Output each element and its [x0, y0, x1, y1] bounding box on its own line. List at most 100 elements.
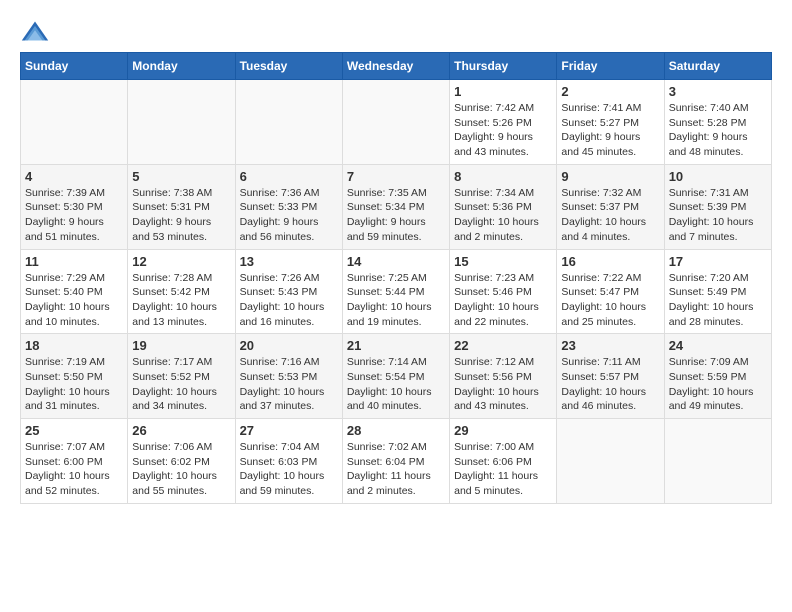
day-number: 9 — [561, 169, 659, 184]
day-number: 15 — [454, 254, 552, 269]
day-number: 27 — [240, 423, 338, 438]
day-info: Sunrise: 7:14 AM Sunset: 5:54 PM Dayligh… — [347, 355, 445, 414]
day-info: Sunrise: 7:34 AM Sunset: 5:36 PM Dayligh… — [454, 186, 552, 245]
day-info: Sunrise: 7:19 AM Sunset: 5:50 PM Dayligh… — [25, 355, 123, 414]
calendar-cell: 27 Sunrise: 7:04 AM Sunset: 6:03 PM Dayli… — [235, 419, 342, 504]
day-info: Sunrise: 7:25 AM Sunset: 5:44 PM Dayligh… — [347, 271, 445, 330]
day-info: Sunrise: 7:32 AM Sunset: 5:37 PM Dayligh… — [561, 186, 659, 245]
day-info: Sunrise: 7:35 AM Sunset: 5:34 PM Dayligh… — [347, 186, 445, 245]
day-number: 6 — [240, 169, 338, 184]
day-number: 28 — [347, 423, 445, 438]
calendar-cell: 24Sunrise: 7:09 AM Sunset: 5:59 PM Dayli… — [664, 334, 771, 419]
day-number: 22 — [454, 338, 552, 353]
day-number: 26 — [132, 423, 230, 438]
calendar-cell: 5 Sunrise: 7:38 AM Sunset: 5:31 PM Daylig… — [128, 164, 235, 249]
day-number: 21 — [347, 338, 445, 353]
calendar-cell: 25 Sunrise: 7:07 AM Sunset: 6:00 PM Dayli… — [21, 419, 128, 504]
day-info: Sunrise: 7:04 AM Sunset: 6:03 PM Dayligh… — [240, 440, 338, 499]
day-number: 17 — [669, 254, 767, 269]
weekday-header-thursday: Thursday — [450, 53, 557, 80]
calendar-cell: 28 Sunrise: 7:02 AM Sunset: 6:04 PM Dayli… — [342, 419, 449, 504]
day-info: Sunrise: 7:42 AM Sunset: 5:26 PM Dayligh… — [454, 101, 552, 160]
day-info: Sunrise: 7:39 AM Sunset: 5:30 PM Dayligh… — [25, 186, 123, 245]
calendar-cell: 6 Sunrise: 7:36 AM Sunset: 5:33 PM Daylig… — [235, 164, 342, 249]
day-number: 16 — [561, 254, 659, 269]
day-info: Sunrise: 7:40 AM Sunset: 5:28 PM Dayligh… — [669, 101, 767, 160]
day-info: Sunrise: 7:09 AM Sunset: 5:59 PM Dayligh… — [669, 355, 767, 414]
day-number: 8 — [454, 169, 552, 184]
calendar-cell: 18 Sunrise: 7:19 AM Sunset: 5:50 PM Dayli… — [21, 334, 128, 419]
day-number: 2 — [561, 84, 659, 99]
calendar-cell: 4 Sunrise: 7:39 AM Sunset: 5:30 PM Daylig… — [21, 164, 128, 249]
day-info: Sunrise: 7:36 AM Sunset: 5:33 PM Dayligh… — [240, 186, 338, 245]
calendar-cell: 1 Sunrise: 7:42 AM Sunset: 5:26 PM Daylig… — [450, 80, 557, 165]
calendar-cell: 21 Sunrise: 7:14 AM Sunset: 5:54 PM Dayli… — [342, 334, 449, 419]
calendar-cell: 11 Sunrise: 7:29 AM Sunset: 5:40 PM Dayli… — [21, 249, 128, 334]
calendar-cell: 22Sunrise: 7:12 AM Sunset: 5:56 PM Dayli… — [450, 334, 557, 419]
day-number: 10 — [669, 169, 767, 184]
calendar-cell: 9 Sunrise: 7:32 AM Sunset: 5:37 PM Daylig… — [557, 164, 664, 249]
calendar-cell — [235, 80, 342, 165]
day-number: 4 — [25, 169, 123, 184]
day-number: 20 — [240, 338, 338, 353]
calendar-cell: 10Sunrise: 7:31 AM Sunset: 5:39 PM Dayli… — [664, 164, 771, 249]
calendar-cell: 7 Sunrise: 7:35 AM Sunset: 5:34 PM Daylig… — [342, 164, 449, 249]
weekday-header-sunday: Sunday — [21, 53, 128, 80]
day-number: 13 — [240, 254, 338, 269]
logo — [20, 20, 54, 42]
day-number: 3 — [669, 84, 767, 99]
calendar-week-row: 25 Sunrise: 7:07 AM Sunset: 6:00 PM Dayli… — [21, 419, 772, 504]
day-info: Sunrise: 7:16 AM Sunset: 5:53 PM Dayligh… — [240, 355, 338, 414]
day-info: Sunrise: 7:41 AM Sunset: 5:27 PM Dayligh… — [561, 101, 659, 160]
calendar-cell — [557, 419, 664, 504]
weekday-header-monday: Monday — [128, 53, 235, 80]
day-number: 19 — [132, 338, 230, 353]
day-number: 11 — [25, 254, 123, 269]
calendar-cell: 23 Sunrise: 7:11 AM Sunset: 5:57 PM Dayli… — [557, 334, 664, 419]
calendar-cell: 29 Sunrise: 7:00 AM Sunset: 6:06 PM Dayli… — [450, 419, 557, 504]
day-number: 29 — [454, 423, 552, 438]
day-info: Sunrise: 7:00 AM Sunset: 6:06 PM Dayligh… — [454, 440, 552, 499]
calendar-cell: 2 Sunrise: 7:41 AM Sunset: 5:27 PM Daylig… — [557, 80, 664, 165]
calendar-cell: 20 Sunrise: 7:16 AM Sunset: 5:53 PM Dayli… — [235, 334, 342, 419]
day-info: Sunrise: 7:17 AM Sunset: 5:52 PM Dayligh… — [132, 355, 230, 414]
calendar-table: SundayMondayTuesdayWednesdayThursdayFrid… — [20, 52, 772, 504]
calendar-cell: 8 Sunrise: 7:34 AM Sunset: 5:36 PM Daylig… — [450, 164, 557, 249]
day-info: Sunrise: 7:26 AM Sunset: 5:43 PM Dayligh… — [240, 271, 338, 330]
calendar-cell: 15 Sunrise: 7:23 AM Sunset: 5:46 PM Dayli… — [450, 249, 557, 334]
calendar-cell — [21, 80, 128, 165]
day-info: Sunrise: 7:02 AM Sunset: 6:04 PM Dayligh… — [347, 440, 445, 499]
calendar-cell: 19 Sunrise: 7:17 AM Sunset: 5:52 PM Dayli… — [128, 334, 235, 419]
calendar-week-row: 18 Sunrise: 7:19 AM Sunset: 5:50 PM Dayli… — [21, 334, 772, 419]
day-number: 7 — [347, 169, 445, 184]
page-header — [20, 20, 772, 42]
weekday-header-tuesday: Tuesday — [235, 53, 342, 80]
calendar-cell: 3 Sunrise: 7:40 AM Sunset: 5:28 PM Daylig… — [664, 80, 771, 165]
day-number: 1 — [454, 84, 552, 99]
day-number: 18 — [25, 338, 123, 353]
day-number: 14 — [347, 254, 445, 269]
day-info: Sunrise: 7:22 AM Sunset: 5:47 PM Dayligh… — [561, 271, 659, 330]
calendar-cell: 16 Sunrise: 7:22 AM Sunset: 5:47 PM Dayli… — [557, 249, 664, 334]
day-info: Sunrise: 7:07 AM Sunset: 6:00 PM Dayligh… — [25, 440, 123, 499]
calendar-week-row: 11 Sunrise: 7:29 AM Sunset: 5:40 PM Dayli… — [21, 249, 772, 334]
day-info: Sunrise: 7:11 AM Sunset: 5:57 PM Dayligh… — [561, 355, 659, 414]
day-info: Sunrise: 7:38 AM Sunset: 5:31 PM Dayligh… — [132, 186, 230, 245]
calendar-cell: 17 Sunrise: 7:20 AM Sunset: 5:49 PM Dayli… — [664, 249, 771, 334]
calendar-cell: 14 Sunrise: 7:25 AM Sunset: 5:44 PM Dayli… — [342, 249, 449, 334]
weekday-header-wednesday: Wednesday — [342, 53, 449, 80]
day-info: Sunrise: 7:29 AM Sunset: 5:40 PM Dayligh… — [25, 271, 123, 330]
calendar-cell: 26Sunrise: 7:06 AM Sunset: 6:02 PM Dayli… — [128, 419, 235, 504]
day-number: 5 — [132, 169, 230, 184]
day-info: Sunrise: 7:28 AM Sunset: 5:42 PM Dayligh… — [132, 271, 230, 330]
calendar-week-row: 4 Sunrise: 7:39 AM Sunset: 5:30 PM Daylig… — [21, 164, 772, 249]
calendar-body: 1 Sunrise: 7:42 AM Sunset: 5:26 PM Daylig… — [21, 80, 772, 504]
day-info: Sunrise: 7:20 AM Sunset: 5:49 PM Dayligh… — [669, 271, 767, 330]
day-number: 25 — [25, 423, 123, 438]
day-number: 23 — [561, 338, 659, 353]
day-info: Sunrise: 7:23 AM Sunset: 5:46 PM Dayligh… — [454, 271, 552, 330]
logo-icon — [20, 20, 50, 42]
weekday-header-friday: Friday — [557, 53, 664, 80]
calendar-cell: 12Sunrise: 7:28 AM Sunset: 5:42 PM Dayli… — [128, 249, 235, 334]
calendar-cell — [664, 419, 771, 504]
